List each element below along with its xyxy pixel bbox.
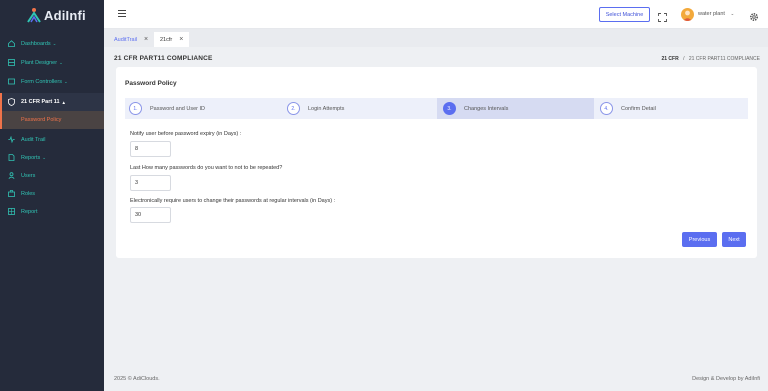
password-history-label: Last How many passwords do you want to n… [130,165,283,171]
sidebar: AdiInfi Dashboards ⌄ Plant Designer ⌄ Fo… [0,0,104,391]
gear-icon[interactable] [749,9,759,22]
step-confirm-detail[interactable]: 4. Confirm Detail [600,98,748,119]
form-icon [8,78,15,85]
sidebar-item-audit-trail[interactable]: Audit Trail [0,132,104,147]
chevron-up-icon: ▲ [61,99,66,105]
sidebar-item-label: Roles [21,190,36,197]
breadcrumb-root[interactable]: 21 CFR [661,56,678,62]
logo[interactable]: AdiInfi [27,5,86,25]
breadcrumb-current: 21 CFR PART11 COMPLIANCE [688,56,760,62]
tab-21cfr[interactable]: 21cfr × [154,32,190,47]
shield-icon [8,98,15,106]
chevron-down-icon: ⌄ [52,40,57,46]
footer-credit: Design & Develop by AdiInfi [692,376,760,382]
password-change-interval-label: Electronically require users to change t… [130,198,336,204]
chevron-down-icon: ⌄ [42,154,47,160]
user-name: water plant [698,11,725,17]
password-policy-card: Password Policy 1. Password and User ID … [116,67,757,258]
footer: 2025 © AdiClouds. Design & Develop by Ad… [104,367,768,391]
step-number: 2. [287,102,300,115]
wizard-steps: 1. Password and User ID 2. Login Attempt… [125,98,748,119]
step-number: 4. [600,102,613,115]
password-change-interval-input[interactable]: 30 [130,207,171,223]
footer-copyright: 2025 © AdiClouds. [114,376,160,382]
sidebar-item-label: Reports [21,154,41,161]
dashboard-icon [8,40,15,47]
users-icon [8,172,15,179]
grid-icon [8,208,15,215]
topbar: Select Machine water plant ⌄ [104,0,768,29]
sidebar-item-label: Form Controllers [21,78,62,85]
tab-audittrail[interactable]: AuditTrail × [108,32,154,47]
activity-icon [8,136,15,143]
user-menu[interactable]: water plant ⌄ [698,11,734,17]
step-login-attempts[interactable]: 2. Login Attempts [287,98,437,119]
avatar[interactable] [681,8,694,21]
next-button[interactable]: Next [722,232,746,247]
chevron-down-icon: ⌄ [59,59,63,65]
sidebar-item-label: 21 CFR Part 11 [21,99,60,105]
tab-bar: AuditTrail × 21cfr × [104,29,768,47]
breadcrumb-separator: / [683,56,685,62]
roles-icon [8,190,15,197]
layers-icon [8,59,15,66]
step-changes-intervals[interactable]: 3. Changes Intervals [437,98,594,119]
sidebar-item-label: Report [21,208,38,215]
fullscreen-icon[interactable] [658,9,667,22]
sidebar-item-form-controllers[interactable]: Form Controllers ⌄ [0,74,104,89]
page-title: 21 CFR PART11 COMPLIANCE [114,55,213,62]
sidebar-item-reports[interactable]: Reports ⌄ [0,150,104,165]
sidebar-item-password-policy[interactable]: Password Policy [0,111,104,129]
step-number: 3. [443,102,456,115]
password-history-input[interactable]: 3 [130,175,171,191]
sidebar-item-label: Password Policy [21,117,62,123]
tab-label: 21cfr [160,36,173,43]
step-label: Confirm Detail [621,105,656,112]
logo-icon [27,8,41,23]
previous-button[interactable]: Previous [682,232,717,247]
close-icon[interactable]: × [144,36,148,43]
step-label: Login Attempts [308,105,345,112]
sidebar-item-roles[interactable]: Roles [0,186,104,201]
step-number: 1. [129,102,142,115]
sidebar-item-users[interactable]: Users [0,168,104,183]
password-expiry-notify-input[interactable]: 8 [130,141,171,157]
step-label: Password and User ID [150,105,206,112]
chevron-down-icon: ⌄ [63,78,68,84]
select-machine-button[interactable]: Select Machine [599,7,650,22]
breadcrumb: 21 CFR / 21 CFR PART11 COMPLIANCE [661,56,760,62]
sidebar-item-report[interactable]: Report [0,204,104,219]
password-expiry-notify-label: Notify user before password expiry (in D… [130,131,242,137]
sidebar-item-21-cfr-part-11[interactable]: 21 CFR Part 11 ▲ [0,93,104,111]
sidebar-item-label: Users [21,172,36,179]
menu-icon[interactable] [118,10,126,17]
close-icon[interactable]: × [179,36,183,43]
document-icon [8,154,15,161]
card-title: Password Policy [125,80,177,87]
sidebar-item-label: Dashboards [21,40,51,47]
sidebar-item-label: Audit Trail [21,136,46,143]
step-password-and-user-id[interactable]: 1. Password and User ID [129,98,287,119]
sidebar-item-plant-designer[interactable]: Plant Designer ⌄ [0,55,104,70]
tab-label: AuditTrail [114,36,138,43]
sidebar-item-label: Plant Designer [21,59,58,66]
chevron-down-icon: ⌄ [730,11,735,16]
logo-text: AdiInfi [44,7,86,23]
sidebar-item-dashboards[interactable]: Dashboards ⌄ [0,36,104,51]
step-label: Changes Intervals [464,105,509,112]
